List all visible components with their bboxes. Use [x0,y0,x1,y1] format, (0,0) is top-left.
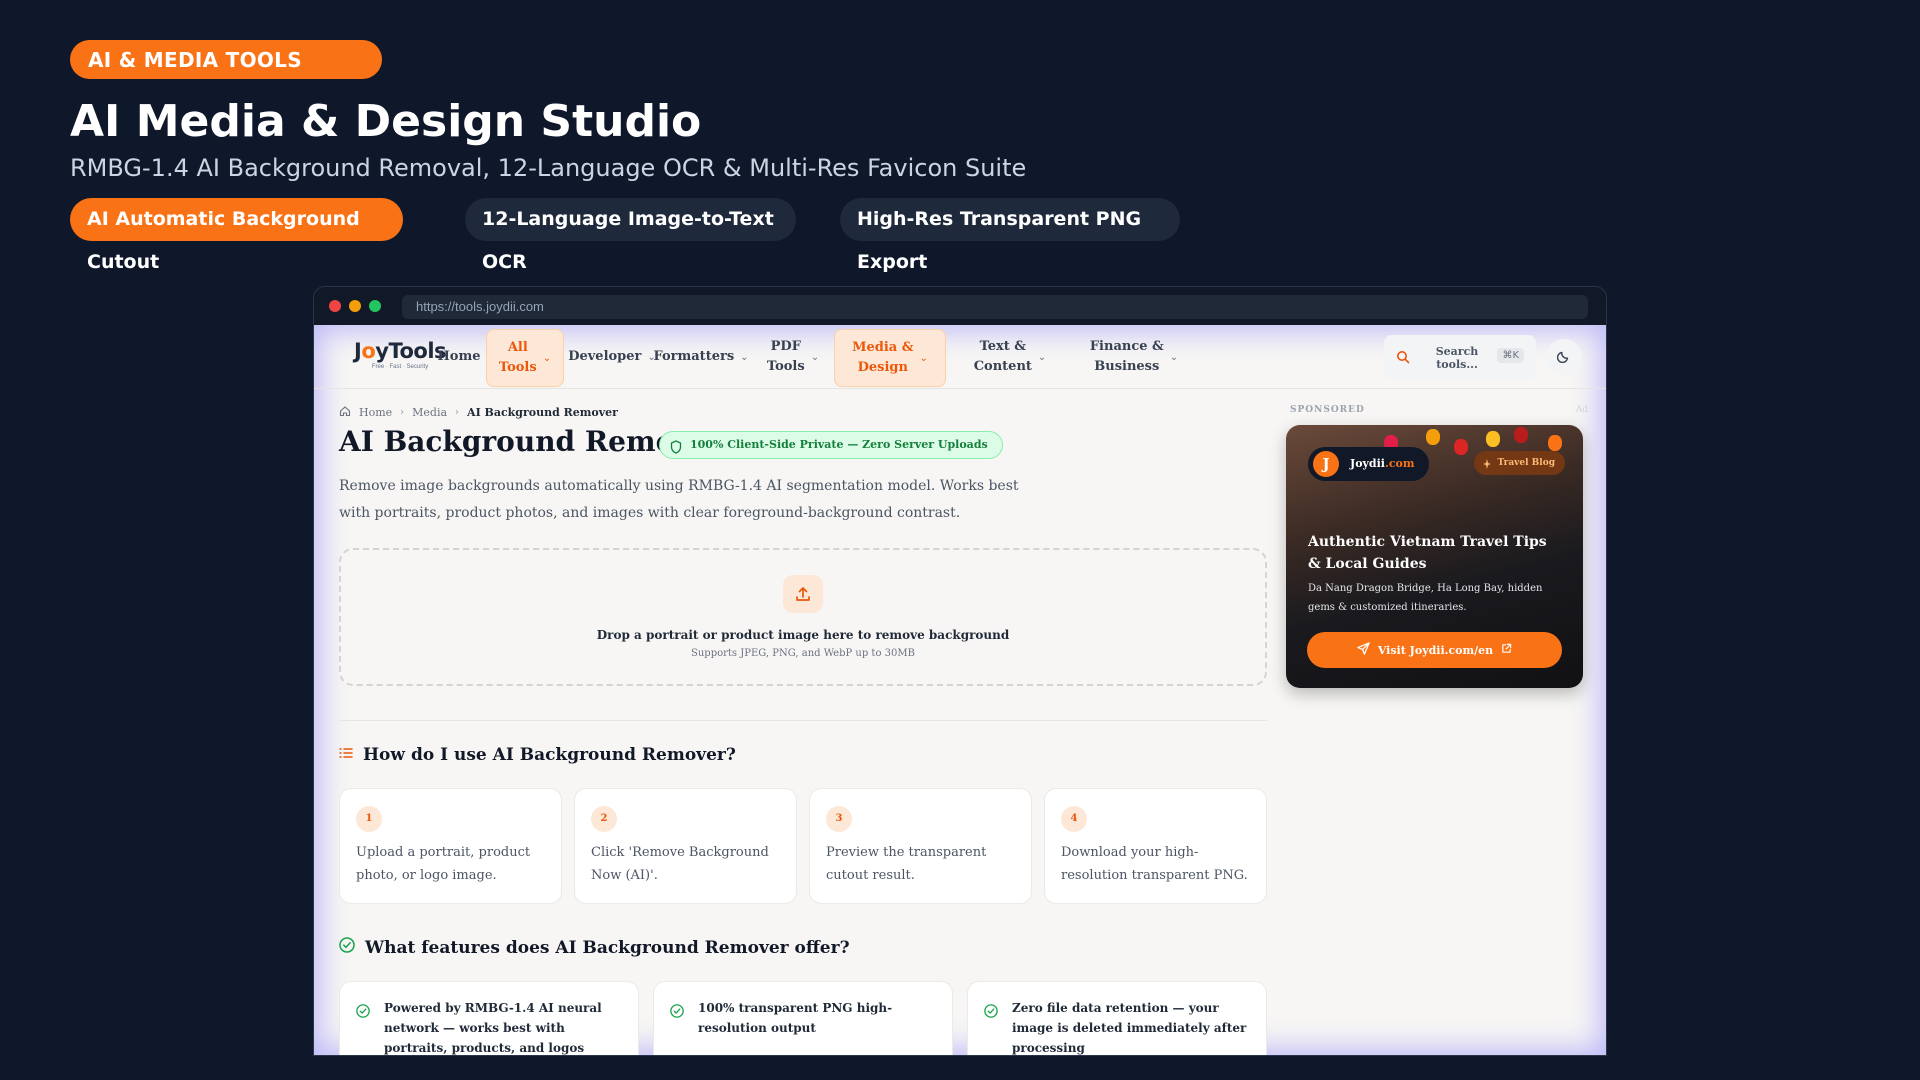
step-number: 3 [826,806,852,832]
page-viewport: JoyTools Free · Fast · Security Home All… [314,325,1606,1055]
feature-pill-ocr: 12-Language Image-to-Text OCR [465,198,796,273]
step-card: 2 Click 'Remove Background Now (AI)'. [574,788,797,904]
hero-subtitle: RMBG-1.4 AI Background Removal, 12-Langu… [70,154,1027,182]
step-text: Click 'Remove Background Now (AI)'. [591,845,769,883]
maximize-window-dot[interactable] [369,300,381,312]
features-heading: What features does AI Background Remover… [339,937,850,958]
feature-text: Zero file data retention — your image is… [1012,1001,1247,1055]
step-card: 4 Download your high-resolution transpar… [1044,788,1267,904]
tool-description: Remove image backgrounds automatically u… [339,478,1019,521]
dropzone-subtitle: Supports JPEG, PNG, and WebP up to 30MB [691,648,915,659]
chevron-down-icon: ⌄ [542,352,552,364]
step-number: 2 [591,806,617,832]
section-divider [339,720,1267,721]
lantern-decoration [1486,431,1500,447]
search-box[interactable]: Search tools... ⌘K [1384,335,1536,379]
close-window-dot[interactable] [329,300,341,312]
breadcrumb-home[interactable]: Home [359,406,392,419]
external-link-icon [1501,643,1512,657]
visit-joydii-button[interactable]: Visit Joydii.com/en [1307,632,1562,668]
feature-text: 100% transparent PNG high-resolution out… [698,1001,893,1035]
sponsored-label: SPONSORED [1290,405,1365,415]
step-number: 1 [356,806,382,832]
lantern-decoration [1514,427,1528,443]
browser-titlebar: https://tools.joydii.com [314,287,1606,325]
chevron-down-icon: ⌄ [1037,351,1047,363]
shield-icon [670,438,682,464]
minimize-window-dot[interactable] [349,300,361,312]
howto-heading: How do I use AI Background Remover? [339,745,736,765]
lantern-decoration [1454,439,1468,455]
site-navbar: JoyTools Free · Fast · Security Home All… [314,325,1606,389]
ad-label: Ad [1575,405,1588,415]
plane-icon [1357,642,1370,658]
sparkle-icon [1482,456,1492,480]
nav-pdf-tools[interactable]: PDF Tools ⌄ [758,325,828,389]
check-circle-icon [670,1003,684,1022]
step-card: 1 Upload a portrait, product photo, or l… [339,788,562,904]
nav-home[interactable]: Home [430,325,488,389]
nav-media-design[interactable]: Media & Design ⌄ [834,329,946,387]
lantern-decoration [1548,435,1562,451]
chevron-down-icon: ⌄ [740,351,749,363]
chevron-right-icon: › [455,407,460,418]
nav-developer[interactable]: Developer ⌄ [568,325,656,389]
search-placeholder: Search tools... [1435,345,1479,371]
feature-card: Powered by RMBG-1.4 AI neural network — … [339,981,639,1055]
feature-card: Zero file data retention — your image is… [967,981,1267,1055]
joydii-logo-icon: J [1313,451,1339,477]
sponsored-ad-card[interactable]: J Joydii.com Travel Blog Authentic Vietn… [1286,425,1583,688]
list-icon [339,745,353,765]
dropzone-title: Drop a portrait or product image here to… [596,628,1010,642]
browser-window: https://tools.joydii.com JoyTools Free ·… [313,286,1607,1056]
home-icon [339,405,351,420]
lantern-decoration [1426,429,1440,445]
step-text: Preview the transparent cutout result. [826,845,987,883]
ad-title: Authentic Vietnam Travel Tips & Local Gu… [1308,534,1547,572]
check-circle-icon [339,937,355,958]
image-dropzone[interactable]: Drop a portrait or product image here to… [339,548,1267,686]
ad-brand-chip: J Joydii.com [1308,447,1429,481]
feature-pill-png-export: High-Res Transparent PNG Export [840,198,1180,273]
nav-formatters[interactable]: Formatters ⌄ [653,325,749,389]
theme-toggle-button[interactable] [1546,339,1582,375]
category-badge: AI & MEDIA TOOLS [70,40,382,79]
step-number: 4 [1061,806,1087,832]
step-text: Download your high-resolution transparen… [1061,845,1248,883]
breadcrumb: Home › Media › AI Background Remover [339,405,618,420]
search-shortcut: ⌘K [1497,348,1524,363]
chevron-down-icon: ⌄ [1169,351,1179,363]
feature-text: Powered by RMBG-1.4 AI neural network — … [384,1001,602,1055]
chevron-down-icon: ⌄ [810,351,820,363]
upload-icon [783,575,823,613]
ad-category-tag: Travel Blog [1473,451,1565,475]
ad-description: Da Nang Dragon Bridge, Ha Long Bay, hidd… [1308,583,1543,613]
feature-card: 100% transparent PNG high-resolution out… [653,981,953,1055]
check-circle-icon [984,1003,998,1022]
nav-text-content[interactable]: Text & Content ⌄ [960,325,1060,389]
nav-finance-business[interactable]: Finance & Business ⌄ [1074,325,1194,389]
chevron-right-icon: › [400,407,405,418]
address-bar[interactable]: https://tools.joydii.com [402,295,1588,319]
search-icon [1396,349,1410,368]
chevron-down-icon: ⌄ [919,352,928,364]
hero-title: AI Media & Design Studio [70,96,702,147]
breadcrumb-current: AI Background Remover [467,406,618,419]
moon-icon [1556,348,1571,367]
nav-all-tools[interactable]: All Tools ⌄ [486,329,564,387]
privacy-badge: 100% Client-Side Private — Zero Server U… [659,431,1003,459]
breadcrumb-media[interactable]: Media [412,406,447,419]
feature-pill-cutout: AI Automatic Background Cutout [70,198,403,273]
step-text: Upload a portrait, product photo, or log… [356,845,531,883]
step-card: 3 Preview the transparent cutout result. [809,788,1032,904]
check-circle-icon [356,1003,370,1022]
